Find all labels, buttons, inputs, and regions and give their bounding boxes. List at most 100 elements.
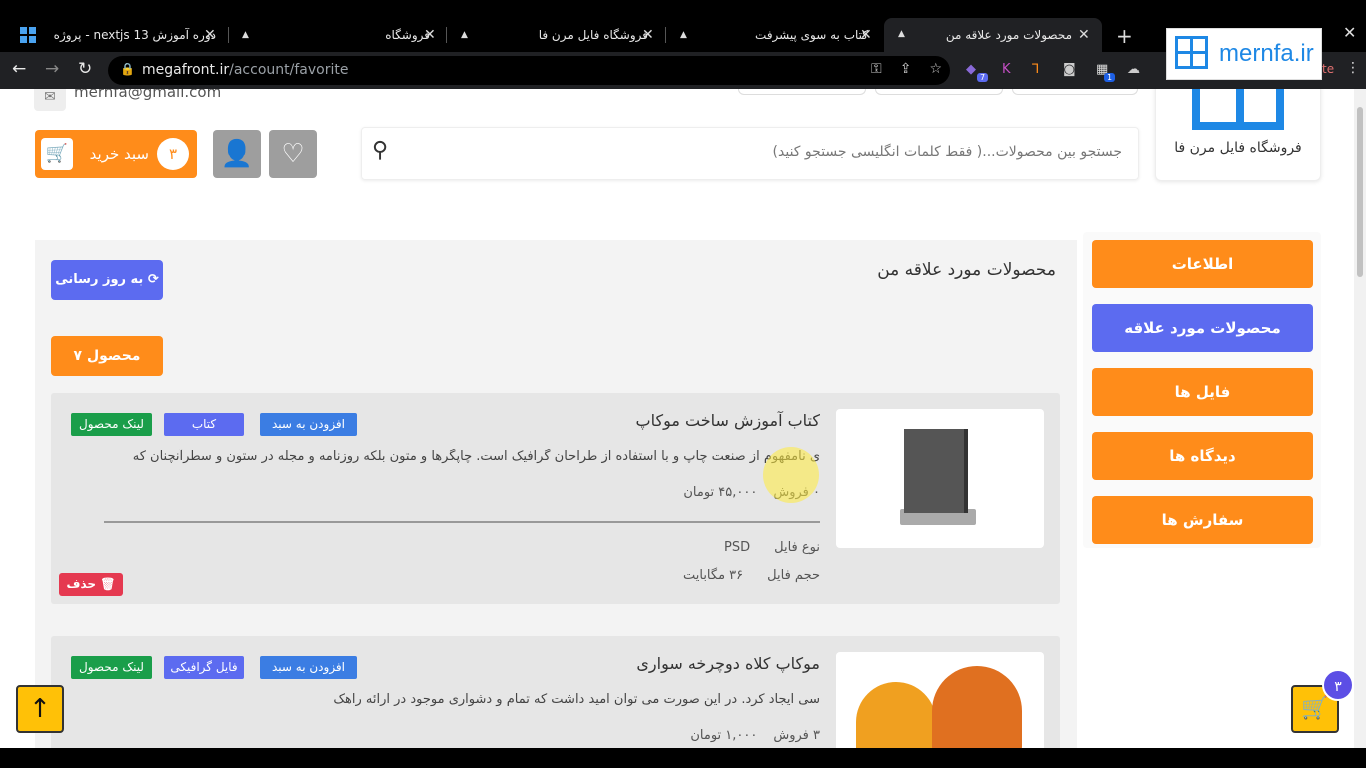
product-image[interactable] <box>836 652 1044 748</box>
product-title[interactable]: کتاب آموزش ساخت موکاپ <box>636 411 820 430</box>
camera-icon[interactable]: ◙ <box>1063 62 1076 77</box>
product-description: ی نامفهوم از صنعت چاپ و با استفاده از طر… <box>132 449 820 464</box>
cart-icon: 🛒 <box>41 138 73 170</box>
menu-icon[interactable]: ⋮ <box>1346 60 1360 76</box>
book-cover-shape <box>904 429 964 513</box>
mernfa-watermark: mernfa.ir <box>1166 28 1322 80</box>
tab-favorites-active[interactable]: ▲ محصولات مورد علاقه من ✕ <box>884 18 1102 52</box>
browser-window: دوره آموزش nextjs 13 - پروژه ✕ ▲ فروشگاه… <box>0 0 1366 768</box>
close-icon[interactable]: ✕ <box>1078 27 1090 43</box>
file-size-value: ۳۶ مگابایت <box>682 568 744 583</box>
product-price: ۴۵,۰۰۰ تومان <box>683 485 758 500</box>
product-link-button[interactable]: لینک محصول <box>71 413 152 436</box>
product-price: ۱,۰۰۰ تومان <box>690 728 758 743</box>
header-email: mernfa@gmail.com <box>74 89 222 101</box>
close-window-icon[interactable]: ✕ <box>1343 23 1356 42</box>
product-image[interactable] <box>836 409 1044 548</box>
key-icon[interactable]: ⚿ <box>871 61 882 77</box>
tab-separator <box>446 27 447 43</box>
cursor-highlight <box>763 447 819 503</box>
sidebar-item-orders[interactable]: سفارش ها <box>1092 496 1313 544</box>
top-nav-box[interactable] <box>738 89 866 95</box>
page-title: محصولات مورد علاقه من <box>877 260 1056 280</box>
helmet-shape <box>856 682 936 748</box>
product-title[interactable]: موکاپ کلاه دوچرخه سواری <box>636 654 820 673</box>
arrow-up-icon: ↑ <box>29 694 51 724</box>
tab-nextjs-course[interactable]: دوره آموزش nextjs 13 - پروژه ✕ <box>44 18 224 52</box>
sidebar-item-files[interactable]: فایل ها <box>1092 368 1313 416</box>
tab-title: دوره آموزش nextjs 13 - پروژه <box>53 28 216 42</box>
scroll-to-top-button[interactable]: ↑ <box>16 685 64 733</box>
category-tag[interactable]: فایل گرافیکی <box>164 656 244 679</box>
refresh-label: به روز رسانی <box>55 272 144 287</box>
file-type-label: نوع فایل <box>774 540 820 555</box>
delete-button[interactable]: حذف 🗑 <box>59 573 123 596</box>
close-icon[interactable]: ✕ <box>642 27 654 43</box>
tab-book[interactable]: کتاب به سوی پیشرفت ✕ <box>696 18 876 52</box>
triangle-icon: ▲ <box>242 30 249 40</box>
cart-label: سبد خرید <box>89 145 149 163</box>
mernfa-logo-icon <box>1175 36 1211 72</box>
url-text: megafront.ir/account/favorite <box>142 62 348 78</box>
file-type-row: نوع فایل PSD <box>724 540 820 555</box>
partial-label: te <box>1322 62 1335 76</box>
heart-icon[interactable]: ♡ <box>269 130 317 178</box>
tab-separator <box>665 27 666 43</box>
triangle-icon: ▲ <box>680 30 687 40</box>
star-icon[interactable]: ☆ <box>929 61 942 77</box>
helmet-shape <box>932 666 1022 748</box>
product-sales: ۳ فروش <box>773 728 820 743</box>
scrollbar[interactable] <box>1354 89 1366 748</box>
tab-bar: دوره آموزش nextjs 13 - پروژه ✕ ▲ فروشگاه… <box>0 0 1366 52</box>
refresh-button[interactable]: به روز رسانی ⟳ <box>51 260 163 300</box>
divider <box>104 521 820 523</box>
scrollbar-thumb[interactable] <box>1357 107 1363 277</box>
back-icon[interactable]: ← <box>12 59 26 79</box>
sidebar-item-favorites[interactable]: محصولات مورد علاقه <box>1092 304 1313 352</box>
cloud-extension-icon[interactable]: ☁ <box>1127 62 1140 77</box>
share-icon[interactable]: ⇪ <box>900 61 912 77</box>
add-to-cart-button[interactable]: افزودن به سبد <box>260 656 357 679</box>
close-icon[interactable]: ✕ <box>424 27 436 43</box>
tab-separator <box>228 27 229 43</box>
store-logo-card[interactable]: فروشگاه فایل مرن فا <box>1155 89 1321 181</box>
extension-badge: 1 <box>1104 73 1116 82</box>
url-host: megafront.ir <box>142 62 230 78</box>
product-card: کتاب آموزش ساخت موکاپ ی نامفهوم از صنعت … <box>51 393 1060 604</box>
tab-mernfa-store[interactable]: فروشگاه فایل مرن فا ✕ <box>476 18 656 52</box>
product-meta: ۳ فروش ۱,۰۰۰ تومان <box>690 728 820 743</box>
cart-button[interactable]: 🛒 سبد خرید ۳ <box>35 130 197 178</box>
file-size-label: حجم فایل <box>767 568 820 583</box>
address-bar[interactable]: 🔒 megafront.ir/account/favorite ⚿ ⇪ ☆ <box>108 56 950 85</box>
close-icon[interactable]: ✕ <box>860 27 872 43</box>
k-extension-icon[interactable]: K <box>1002 62 1011 77</box>
store-name: فروشگاه فایل مرن فا <box>1174 140 1302 156</box>
reload-icon[interactable]: ↻ <box>78 59 92 79</box>
new-tab-icon[interactable]: + <box>1116 24 1133 48</box>
search-box[interactable]: ⚲ جستجو بین محصولات...( فقط کلمات انگلیس… <box>361 127 1139 180</box>
sidebar-item-info[interactable]: اطلاعات <box>1092 240 1313 288</box>
sidebar-item-comments[interactable]: دیدگاه ها <box>1092 432 1313 480</box>
tab-title: فروشگاه فایل مرن فا <box>538 28 648 42</box>
extension-icon[interactable]: ◆ <box>966 62 976 77</box>
product-link-button[interactable]: لینک محصول <box>71 656 152 679</box>
user-icon[interactable]: 👤 <box>213 130 261 178</box>
forward-icon[interactable]: → <box>45 59 59 79</box>
category-tag[interactable]: کتاب <box>164 413 244 436</box>
trash-icon: 🗑 <box>100 577 116 591</box>
search-icon[interactable]: ⚲ <box>372 138 388 163</box>
file-type-value: PSD <box>724 540 751 555</box>
triangle-icon: ▲ <box>461 30 468 40</box>
cart-count: ۳ <box>157 138 189 170</box>
add-to-cart-button[interactable]: افزودن به سبد <box>260 413 357 436</box>
tab-store[interactable]: فروشگاه ✕ <box>258 18 438 52</box>
address-toolbar: ← → ↻ 🔒 megafront.ir/account/favorite ⚿ … <box>0 52 1366 89</box>
url-icons: ⚿ ⇪ ☆ <box>871 61 942 77</box>
web-page: ✉ mernfa@gmail.com 🛒 سبد خرید ۳ 👤 ♡ ⚲ جس… <box>0 89 1366 748</box>
mail-icon: ✉ <box>34 89 66 111</box>
hook-extension-icon[interactable]: ⅂ <box>1032 62 1039 77</box>
close-icon[interactable]: ✕ <box>204 27 216 43</box>
top-nav-box[interactable] <box>875 89 1003 95</box>
product-card: موکاپ کلاه دوچرخه سواری سی ایجاد کرد. در… <box>51 636 1060 748</box>
top-nav-box[interactable] <box>1012 89 1138 95</box>
